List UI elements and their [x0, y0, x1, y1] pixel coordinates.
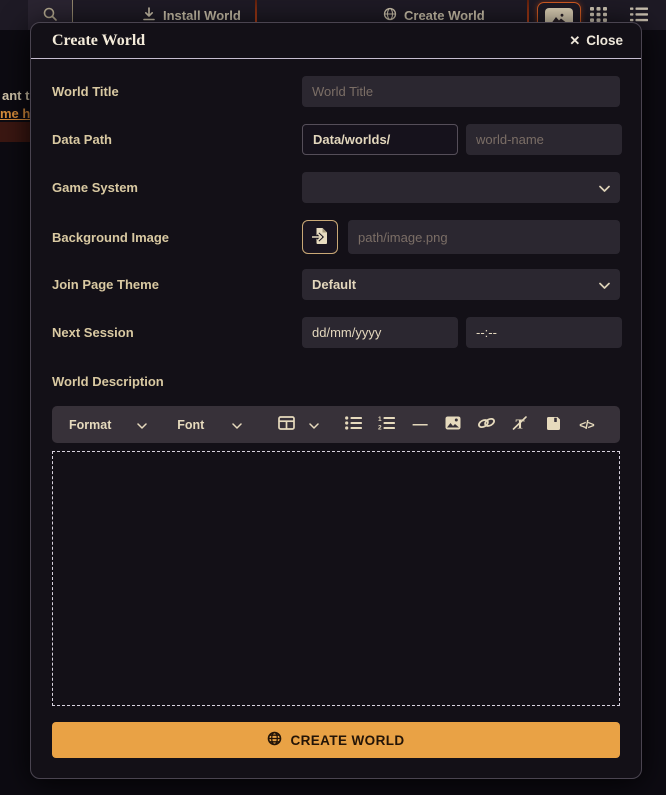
- link-icon: [477, 416, 496, 433]
- file-import-icon: [312, 227, 329, 248]
- horizontal-rule-icon: —: [413, 416, 428, 433]
- background-image-label: Background Image: [52, 230, 302, 245]
- world-description-label: World Description: [52, 374, 620, 388]
- globe-icon: [383, 7, 397, 24]
- horizontal-rule-button[interactable]: —: [403, 413, 436, 437]
- create-world-label: Create World: [404, 8, 485, 23]
- font-label: Font: [177, 418, 204, 432]
- background-image-row: Background Image: [52, 220, 620, 254]
- code-icon: </>: [579, 418, 593, 432]
- table-icon: [278, 416, 295, 433]
- background-image-input[interactable]: [348, 220, 620, 254]
- join-theme-label: Join Page Theme: [52, 277, 302, 292]
- create-world-button[interactable]: CREATE WORLD: [52, 722, 620, 758]
- game-system-select[interactable]: [302, 172, 620, 203]
- world-title-row: World Title: [52, 76, 620, 107]
- background-text-fragment: ant t: [2, 88, 29, 103]
- font-dropdown[interactable]: Font: [177, 418, 242, 432]
- session-date-input[interactable]: [302, 317, 458, 348]
- dialog-header: Create World ✕ Close: [31, 23, 641, 59]
- chevron-down-icon: [232, 418, 242, 432]
- game-system-row: Game System: [52, 172, 620, 203]
- session-time-input[interactable]: [466, 317, 622, 348]
- svg-text:2: 2: [378, 425, 382, 431]
- numbered-list-button[interactable]: 12: [370, 413, 403, 437]
- background-tile-fragment: [0, 122, 30, 142]
- world-title-input[interactable]: [302, 76, 620, 107]
- chevron-down-icon: [137, 418, 147, 432]
- data-path-row: Data Path Data/worlds/: [52, 124, 620, 155]
- editor-toolbar: Format Font: [52, 406, 620, 443]
- bullet-list-button[interactable]: [337, 413, 370, 437]
- download-icon: [142, 7, 156, 24]
- insert-link-button[interactable]: [470, 413, 503, 437]
- chevron-down-icon: [599, 180, 610, 195]
- svg-text:1: 1: [378, 416, 382, 423]
- next-session-row: Next Session: [52, 317, 620, 348]
- next-session-label: Next Session: [52, 325, 302, 340]
- world-title-label: World Title: [52, 84, 302, 99]
- background-link-fragment[interactable]: me h: [0, 106, 30, 121]
- clear-formatting-button[interactable]: T: [503, 413, 536, 437]
- create-world-button-label: CREATE WORLD: [290, 733, 404, 748]
- dialog-body: World Title Data Path Data/worlds/ Game …: [31, 59, 641, 758]
- insert-image-button[interactable]: [437, 413, 470, 437]
- save-icon: [546, 416, 561, 434]
- dialog-title: Create World: [52, 32, 145, 50]
- chevron-down-icon: [599, 277, 610, 292]
- table-dropdown[interactable]: [278, 416, 319, 433]
- format-dropdown[interactable]: Format: [69, 418, 147, 432]
- image-icon: [445, 416, 461, 433]
- join-theme-row: Join Page Theme Default: [52, 269, 620, 300]
- source-code-button[interactable]: </>: [570, 413, 603, 437]
- bullet-list-icon: [345, 416, 362, 433]
- foundry-setup-screen: Install World Create World ant t: [0, 0, 666, 795]
- globe-icon: [267, 731, 282, 749]
- file-picker-button[interactable]: [302, 220, 338, 254]
- chevron-down-icon: [309, 418, 319, 432]
- close-button[interactable]: ✕ Close: [569, 33, 623, 49]
- numbered-list-icon: 12: [378, 416, 395, 433]
- close-icon: ✕: [569, 33, 580, 49]
- join-theme-value: Default: [312, 277, 356, 292]
- game-system-label: Game System: [52, 180, 302, 195]
- format-label: Format: [69, 418, 111, 432]
- clear-formatting-icon: T: [511, 416, 529, 433]
- join-theme-select[interactable]: Default: [302, 269, 620, 300]
- description-editor[interactable]: [52, 451, 620, 706]
- install-world-label: Install World: [163, 8, 241, 23]
- world-name-input[interactable]: [466, 124, 622, 155]
- data-path-label: Data Path: [52, 132, 302, 147]
- save-button[interactable]: [537, 413, 570, 437]
- data-path-prefix: Data/worlds/: [302, 124, 458, 155]
- close-label: Close: [586, 33, 623, 48]
- create-world-dialog: Create World ✕ Close World Title Data Pa…: [30, 22, 642, 779]
